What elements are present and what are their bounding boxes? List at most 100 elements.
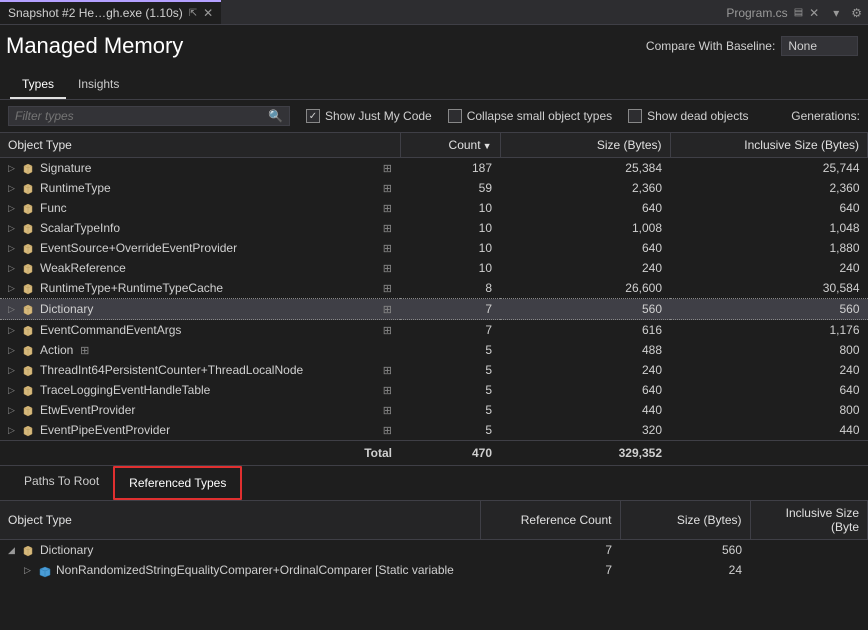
- expand-icon[interactable]: ▷: [8, 365, 18, 376]
- document-tab-snapshot[interactable]: Snapshot #2 He…gh.exe (1.10s) ⇱ ✕: [0, 0, 221, 24]
- col-size[interactable]: Size (Bytes): [620, 501, 750, 540]
- table-row[interactable]: ▷TraceLoggingEventHandleTable⊞5640640: [0, 380, 868, 400]
- expand-icon[interactable]: ▷: [8, 203, 18, 214]
- class-icon: [22, 162, 36, 174]
- tab-overflow[interactable]: ▾: [827, 0, 845, 24]
- cell-incl: 560: [670, 299, 868, 320]
- table-row[interactable]: ▷EventSource+OverrideEventProvider⊞10640…: [0, 238, 868, 258]
- instances-icon[interactable]: ⊞: [376, 262, 392, 275]
- col-ref-count[interactable]: Reference Count: [480, 501, 620, 540]
- cell-incl: [750, 540, 868, 561]
- table-row[interactable]: ▷Action⊞5488800: [0, 340, 868, 360]
- cell-incl: 800: [670, 340, 868, 360]
- checkbox-icon: [448, 109, 462, 123]
- expand-icon[interactable]: ▷: [8, 223, 18, 234]
- table-row[interactable]: ▷RuntimeType+RuntimeTypeCache⊞826,60030,…: [0, 278, 868, 299]
- check-show-dead[interactable]: Show dead objects: [628, 109, 748, 123]
- cell-count: 5: [400, 420, 500, 441]
- table-row[interactable]: ◢Dictionary7560: [0, 540, 868, 561]
- instances-icon[interactable]: ⊞: [376, 282, 392, 295]
- table-row[interactable]: ▷Signature⊞18725,38425,744: [0, 158, 868, 179]
- col-size[interactable]: Size (Bytes): [500, 133, 670, 158]
- check-show-my-code[interactable]: ✓ Show Just My Code: [306, 109, 432, 123]
- tab-paths-to-root[interactable]: Paths To Root: [10, 466, 113, 500]
- cell-size: 640: [500, 198, 670, 218]
- table-row[interactable]: ▷NonRandomizedStringEqualityComparer+Ord…: [0, 560, 868, 580]
- table-row[interactable]: ▷WeakReference⊞10240240: [0, 258, 868, 278]
- class-icon: [22, 202, 36, 214]
- type-name: ScalarTypeInfo: [40, 221, 120, 235]
- class-icon: [22, 544, 36, 556]
- cell-incl: 640: [670, 380, 868, 400]
- col-incl-size[interactable]: Inclusive Size (Bytes): [670, 133, 868, 158]
- type-name: Dictionary: [40, 302, 93, 316]
- col-count[interactable]: Count▼: [400, 133, 500, 158]
- cell-count: 10: [400, 218, 500, 238]
- file-icon: ▤: [794, 7, 803, 18]
- instances-icon[interactable]: ⊞: [376, 242, 392, 255]
- checkbox-icon: ✓: [306, 109, 320, 123]
- class-icon: [22, 222, 36, 234]
- expand-icon[interactable]: ▷: [8, 304, 18, 315]
- close-icon[interactable]: ✕: [809, 6, 819, 20]
- expand-icon[interactable]: ▷: [8, 425, 18, 436]
- close-icon[interactable]: ✕: [203, 6, 213, 20]
- cell-size: 616: [500, 320, 670, 341]
- instances-icon[interactable]: ⊞: [376, 364, 392, 377]
- instances-icon[interactable]: ⊞: [376, 384, 392, 397]
- page-title: Managed Memory: [6, 33, 183, 59]
- col-object-type[interactable]: Object Type: [0, 501, 480, 540]
- cell-count: 10: [400, 238, 500, 258]
- expand-icon[interactable]: ▷: [8, 345, 18, 356]
- expand-icon[interactable]: ▷: [8, 283, 18, 294]
- cell-incl: 25,744: [670, 158, 868, 179]
- instances-icon[interactable]: ⊞: [376, 404, 392, 417]
- expand-icon[interactable]: ▷: [8, 243, 18, 254]
- table-row[interactable]: ▷RuntimeType⊞592,3602,360: [0, 178, 868, 198]
- instances-icon[interactable]: ⊞: [376, 303, 392, 316]
- filter-box[interactable]: 🔍: [8, 106, 290, 126]
- check-collapse-small[interactable]: Collapse small object types: [448, 109, 612, 123]
- instances-icon[interactable]: ⊞: [376, 162, 392, 175]
- pin-icon[interactable]: ⇱: [189, 8, 197, 19]
- table-row[interactable]: ▷Func⊞10640640: [0, 198, 868, 218]
- table-row[interactable]: ▷EventCommandEventArgs⊞76161,176: [0, 320, 868, 341]
- compare-select[interactable]: None: [781, 36, 858, 56]
- instances-icon[interactable]: ⊞: [73, 344, 89, 357]
- table-row[interactable]: ▷Dictionary⊞7560560: [0, 299, 868, 320]
- expand-icon[interactable]: ▷: [8, 263, 18, 274]
- expand-icon[interactable]: ▷: [8, 405, 18, 416]
- expand-icon[interactable]: ▷: [24, 565, 34, 576]
- expand-icon[interactable]: ▷: [8, 385, 18, 396]
- instances-icon[interactable]: ⊞: [376, 222, 392, 235]
- table-row[interactable]: ▷EtwEventProvider⊞5440800: [0, 400, 868, 420]
- cell-incl: 1,048: [670, 218, 868, 238]
- tab-types[interactable]: Types: [10, 71, 66, 99]
- instances-icon[interactable]: ⊞: [376, 324, 392, 337]
- tab-insights[interactable]: Insights: [66, 71, 131, 99]
- filter-input[interactable]: [15, 109, 255, 123]
- expand-icon[interactable]: ◢: [8, 545, 18, 556]
- instances-icon[interactable]: ⊞: [376, 182, 392, 195]
- col-incl-size[interactable]: Inclusive Size (Byte: [750, 501, 868, 540]
- expand-icon[interactable]: ▷: [8, 163, 18, 174]
- table-row[interactable]: ▷ThreadInt64PersistentCounter+ThreadLoca…: [0, 360, 868, 380]
- tab-label: Snapshot #2 He…gh.exe (1.10s): [8, 6, 183, 20]
- instances-icon[interactable]: ⊞: [376, 424, 392, 437]
- table-row[interactable]: ▷ScalarTypeInfo⊞101,0081,048: [0, 218, 868, 238]
- cell-incl: 2,360: [670, 178, 868, 198]
- class-icon: [22, 384, 36, 396]
- instances-icon[interactable]: ⊞: [376, 202, 392, 215]
- expand-icon[interactable]: ▷: [8, 325, 18, 336]
- cell-count: 5: [400, 340, 500, 360]
- total-size: 329,352: [500, 441, 670, 466]
- document-tab-program[interactable]: Program.cs ▤ ✕: [718, 0, 827, 24]
- tab-referenced-types[interactable]: Referenced Types: [113, 466, 242, 500]
- table-row[interactable]: ▷EventPipeEventProvider⊞5320440: [0, 420, 868, 441]
- expand-icon[interactable]: ▷: [8, 183, 18, 194]
- col-object-type[interactable]: Object Type: [0, 133, 400, 158]
- search-icon[interactable]: 🔍: [268, 109, 283, 123]
- cell-size: 26,600: [500, 278, 670, 299]
- settings-button[interactable]: ⚙: [845, 0, 868, 24]
- cell-incl: 640: [670, 198, 868, 218]
